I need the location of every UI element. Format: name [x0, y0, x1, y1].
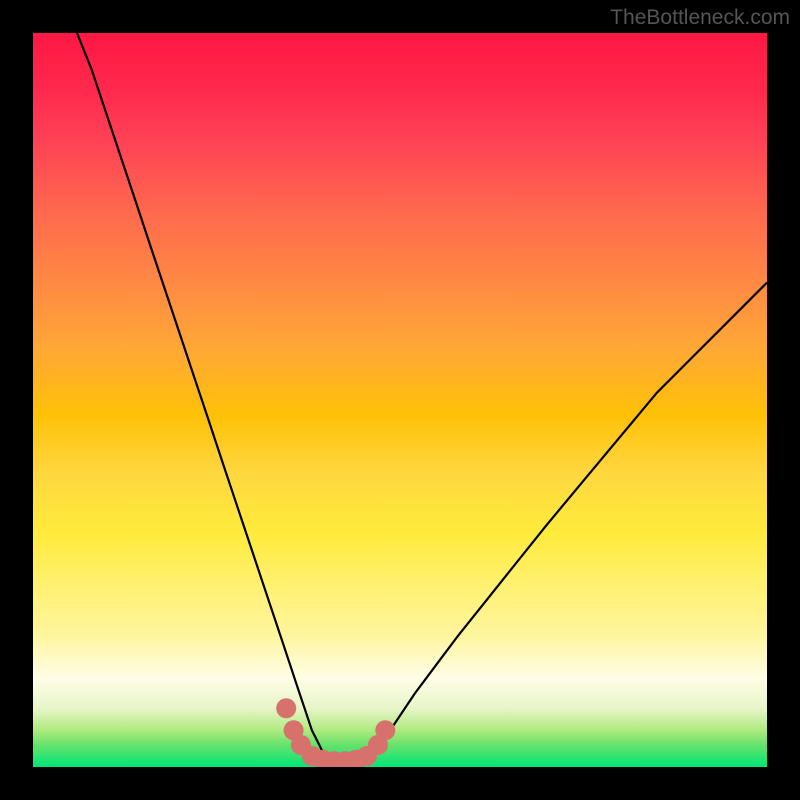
- marker-dot: [375, 720, 395, 740]
- marker-dot: [276, 698, 296, 718]
- marker-dots-group: [276, 698, 395, 767]
- plot-area: [33, 33, 767, 767]
- bottleneck-curve-path: [77, 33, 767, 767]
- watermark-text: TheBottleneck.com: [610, 6, 790, 30]
- curve-svg: [33, 33, 767, 767]
